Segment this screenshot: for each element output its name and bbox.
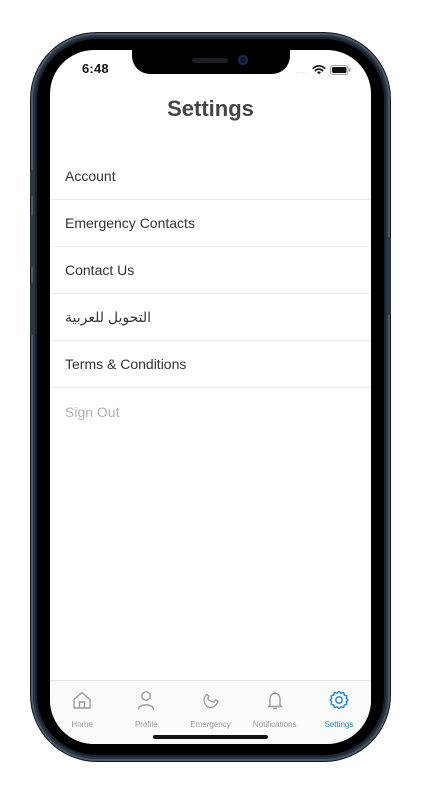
- home-icon: [71, 689, 93, 716]
- home-indicator[interactable]: [153, 735, 268, 739]
- menu-item-label: Emergency Contacts: [65, 215, 195, 231]
- menu-item-label: Sign Out: [65, 403, 120, 420]
- volume-up-button: [30, 215, 34, 267]
- menu-item-sign-out[interactable]: Sign Out: [50, 388, 371, 435]
- tab-label: Notifications: [252, 720, 297, 729]
- battery-icon: [330, 62, 351, 80]
- profile-icon: [135, 689, 157, 716]
- notch: [132, 50, 290, 74]
- earpiece-speaker: [192, 58, 228, 63]
- menu-item-label: التحويل للعربية: [65, 308, 152, 325]
- front-camera: [238, 55, 248, 65]
- menu-item-label: Contact Us: [65, 262, 135, 278]
- menu-item-contact-us[interactable]: Contact Us: [50, 247, 371, 294]
- tab-label: Settings: [324, 720, 354, 729]
- tab-home[interactable]: Home: [50, 681, 114, 744]
- menu-item-terms-conditions[interactable]: Terms & Conditions: [50, 341, 371, 388]
- bell-icon: [264, 689, 286, 716]
- status-time: 6:48: [82, 61, 109, 76]
- settings-menu: Account Emergency Contacts Contact Us ال…: [50, 153, 371, 435]
- menu-item-account[interactable]: Account: [50, 153, 371, 200]
- tab-label: Emergency: [190, 720, 231, 729]
- gear-icon: [328, 689, 350, 716]
- menu-item-label: Account: [65, 168, 116, 184]
- menu-item-switch-to-arabic[interactable]: التحويل للعربية: [50, 294, 371, 341]
- tab-label: Profile: [134, 720, 158, 729]
- canvas: 6:48 .... Settings Account Emergency Con…: [0, 0, 421, 795]
- power-button: [387, 237, 391, 315]
- screen: 6:48 .... Settings Account Emergency Con…: [50, 50, 371, 744]
- wifi-icon: [312, 62, 326, 80]
- tab-label: Home: [71, 720, 93, 729]
- menu-item-emergency-contacts[interactable]: Emergency Contacts: [50, 200, 371, 247]
- page-title: Settings: [167, 96, 254, 121]
- tab-settings[interactable]: Settings: [307, 681, 371, 744]
- action-button: [30, 170, 34, 196]
- volume-down-button: [30, 283, 34, 335]
- signal-dots: ....: [296, 67, 308, 75]
- menu-item-label: Terms & Conditions: [65, 356, 187, 372]
- status-indicators: ....: [296, 62, 351, 80]
- phone-icon: [200, 689, 222, 716]
